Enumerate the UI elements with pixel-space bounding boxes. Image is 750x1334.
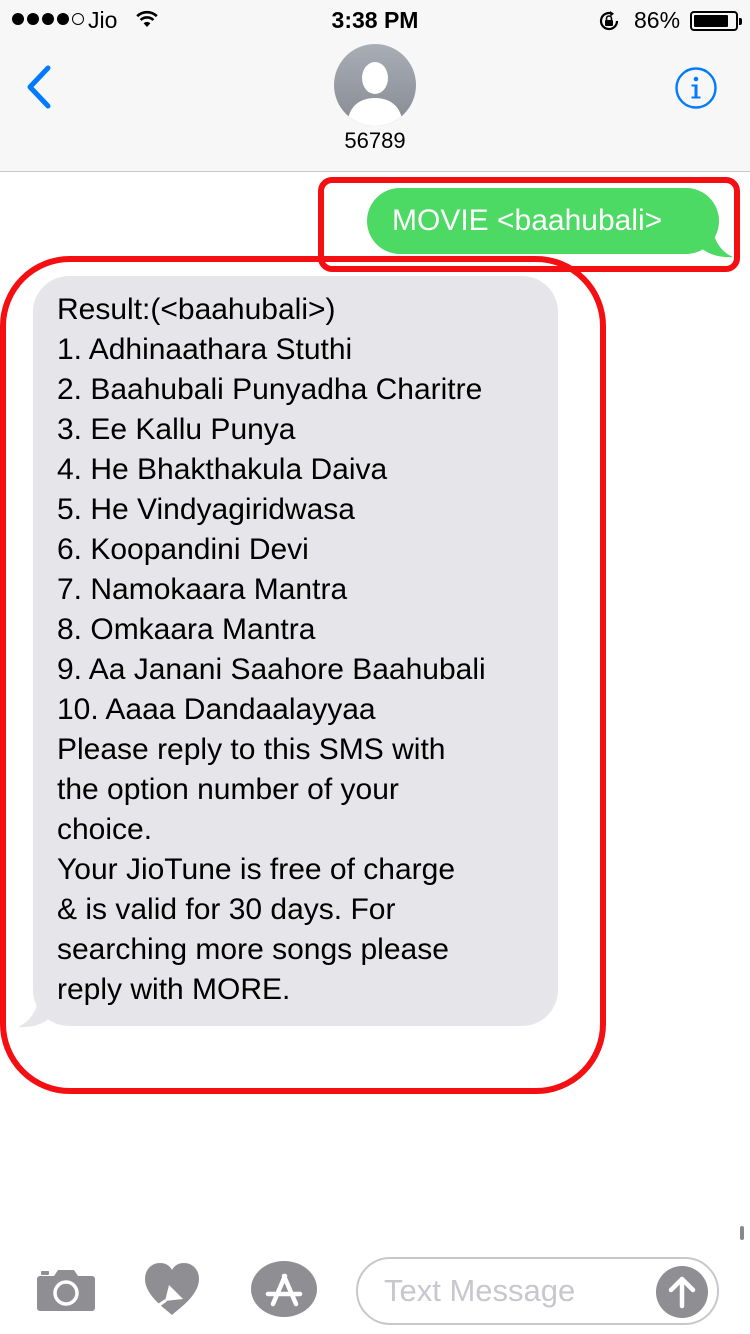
contact-name[interactable]: 56789 [0, 128, 750, 154]
song-option-5: 5. He Vindyagiridwasa [57, 493, 355, 526]
jiotune-info-line: searching more songs please [57, 933, 449, 966]
song-option-2: 2. Baahubali Punyadha Charitre [57, 373, 483, 406]
song-option-10: 10. Aaaa Dandaalayyaa [57, 693, 376, 726]
incoming-message-bubble[interactable]: Result:(<baahubali>) 1. Adhinaathara Stu… [33, 276, 558, 1026]
person-silhouette-icon [347, 62, 403, 126]
song-option-1: 1. Adhinaathara Stuthi [57, 333, 353, 366]
jiotune-info-line: reply with MORE. [57, 973, 291, 1006]
rotation-lock-icon [599, 11, 619, 31]
song-option-3: 3. Ee Kallu Punya [57, 413, 296, 446]
camera-icon[interactable] [36, 1266, 96, 1312]
navigation-header: Jio 3:38 PM 86% 56789 [0, 0, 750, 172]
status-bar: Jio 3:38 PM 86% [0, 0, 750, 40]
contact-avatar[interactable] [334, 44, 416, 126]
digital-touch-heart-icon[interactable] [143, 1261, 201, 1317]
outgoing-message-bubble[interactable]: MOVIE <baahubali> [367, 188, 719, 254]
result-header: Result:(<baahubali>) [57, 293, 336, 326]
battery-icon [690, 11, 742, 31]
song-option-9: 9. Aa Janani Saahore Baahubali [57, 653, 486, 686]
app-store-icon[interactable] [250, 1260, 318, 1318]
song-option-6: 6. Koopandini Devi [57, 533, 309, 566]
info-icon[interactable] [674, 66, 718, 110]
song-option-7: 7. Namokaara Mantra [57, 573, 348, 606]
song-option-8: 8. Omkaara Mantra [57, 613, 316, 646]
reply-instruction-line: the option number of your [57, 773, 399, 806]
reply-instruction-line: choice. [57, 813, 153, 846]
reply-instruction-line: Please reply to this SMS with [57, 733, 446, 766]
scroll-indicator[interactable] [740, 1226, 744, 1240]
song-option-4: 4. He Bhakthakula Daiva [57, 453, 388, 486]
back-chevron-icon[interactable] [22, 64, 56, 110]
battery-percent: 86% [634, 7, 681, 33]
send-arrow-up-icon[interactable] [656, 1266, 708, 1318]
outgoing-message-text: MOVIE <baahubali> [392, 204, 663, 237]
jiotune-info-line: Your JioTune is free of charge [57, 853, 456, 886]
text-message-placeholder: Text Message [384, 1273, 576, 1308]
jiotune-info-line: & is valid for 30 days. For [57, 893, 396, 926]
